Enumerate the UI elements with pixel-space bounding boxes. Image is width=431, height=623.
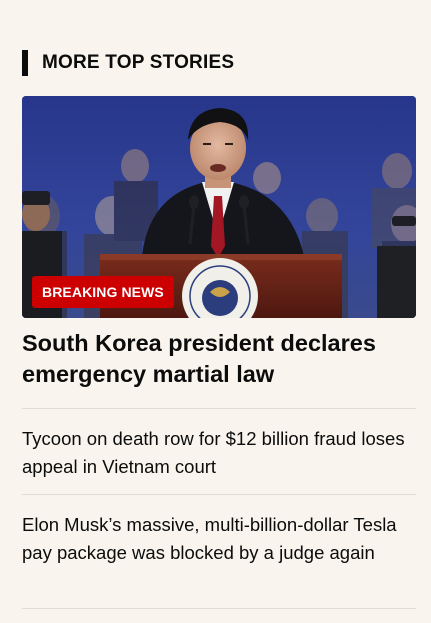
story-link-2[interactable]: Elon Musk’s massive, multi-billion-dolla… [22, 511, 416, 567]
divider [22, 494, 416, 495]
divider [22, 408, 416, 409]
divider [22, 608, 416, 609]
section-accent-bar [22, 50, 28, 76]
section-header: MORE TOP STORIES [22, 50, 234, 76]
hero-image-link[interactable]: BREAKING NEWS [22, 96, 416, 318]
breaking-news-badge: BREAKING NEWS [32, 276, 174, 308]
hero-headline-link[interactable]: South Korea president declares emergency… [22, 328, 414, 390]
section-title: MORE TOP STORIES [42, 52, 235, 73]
story-link-1[interactable]: Tycoon on death row for $12 billion frau… [22, 425, 416, 481]
